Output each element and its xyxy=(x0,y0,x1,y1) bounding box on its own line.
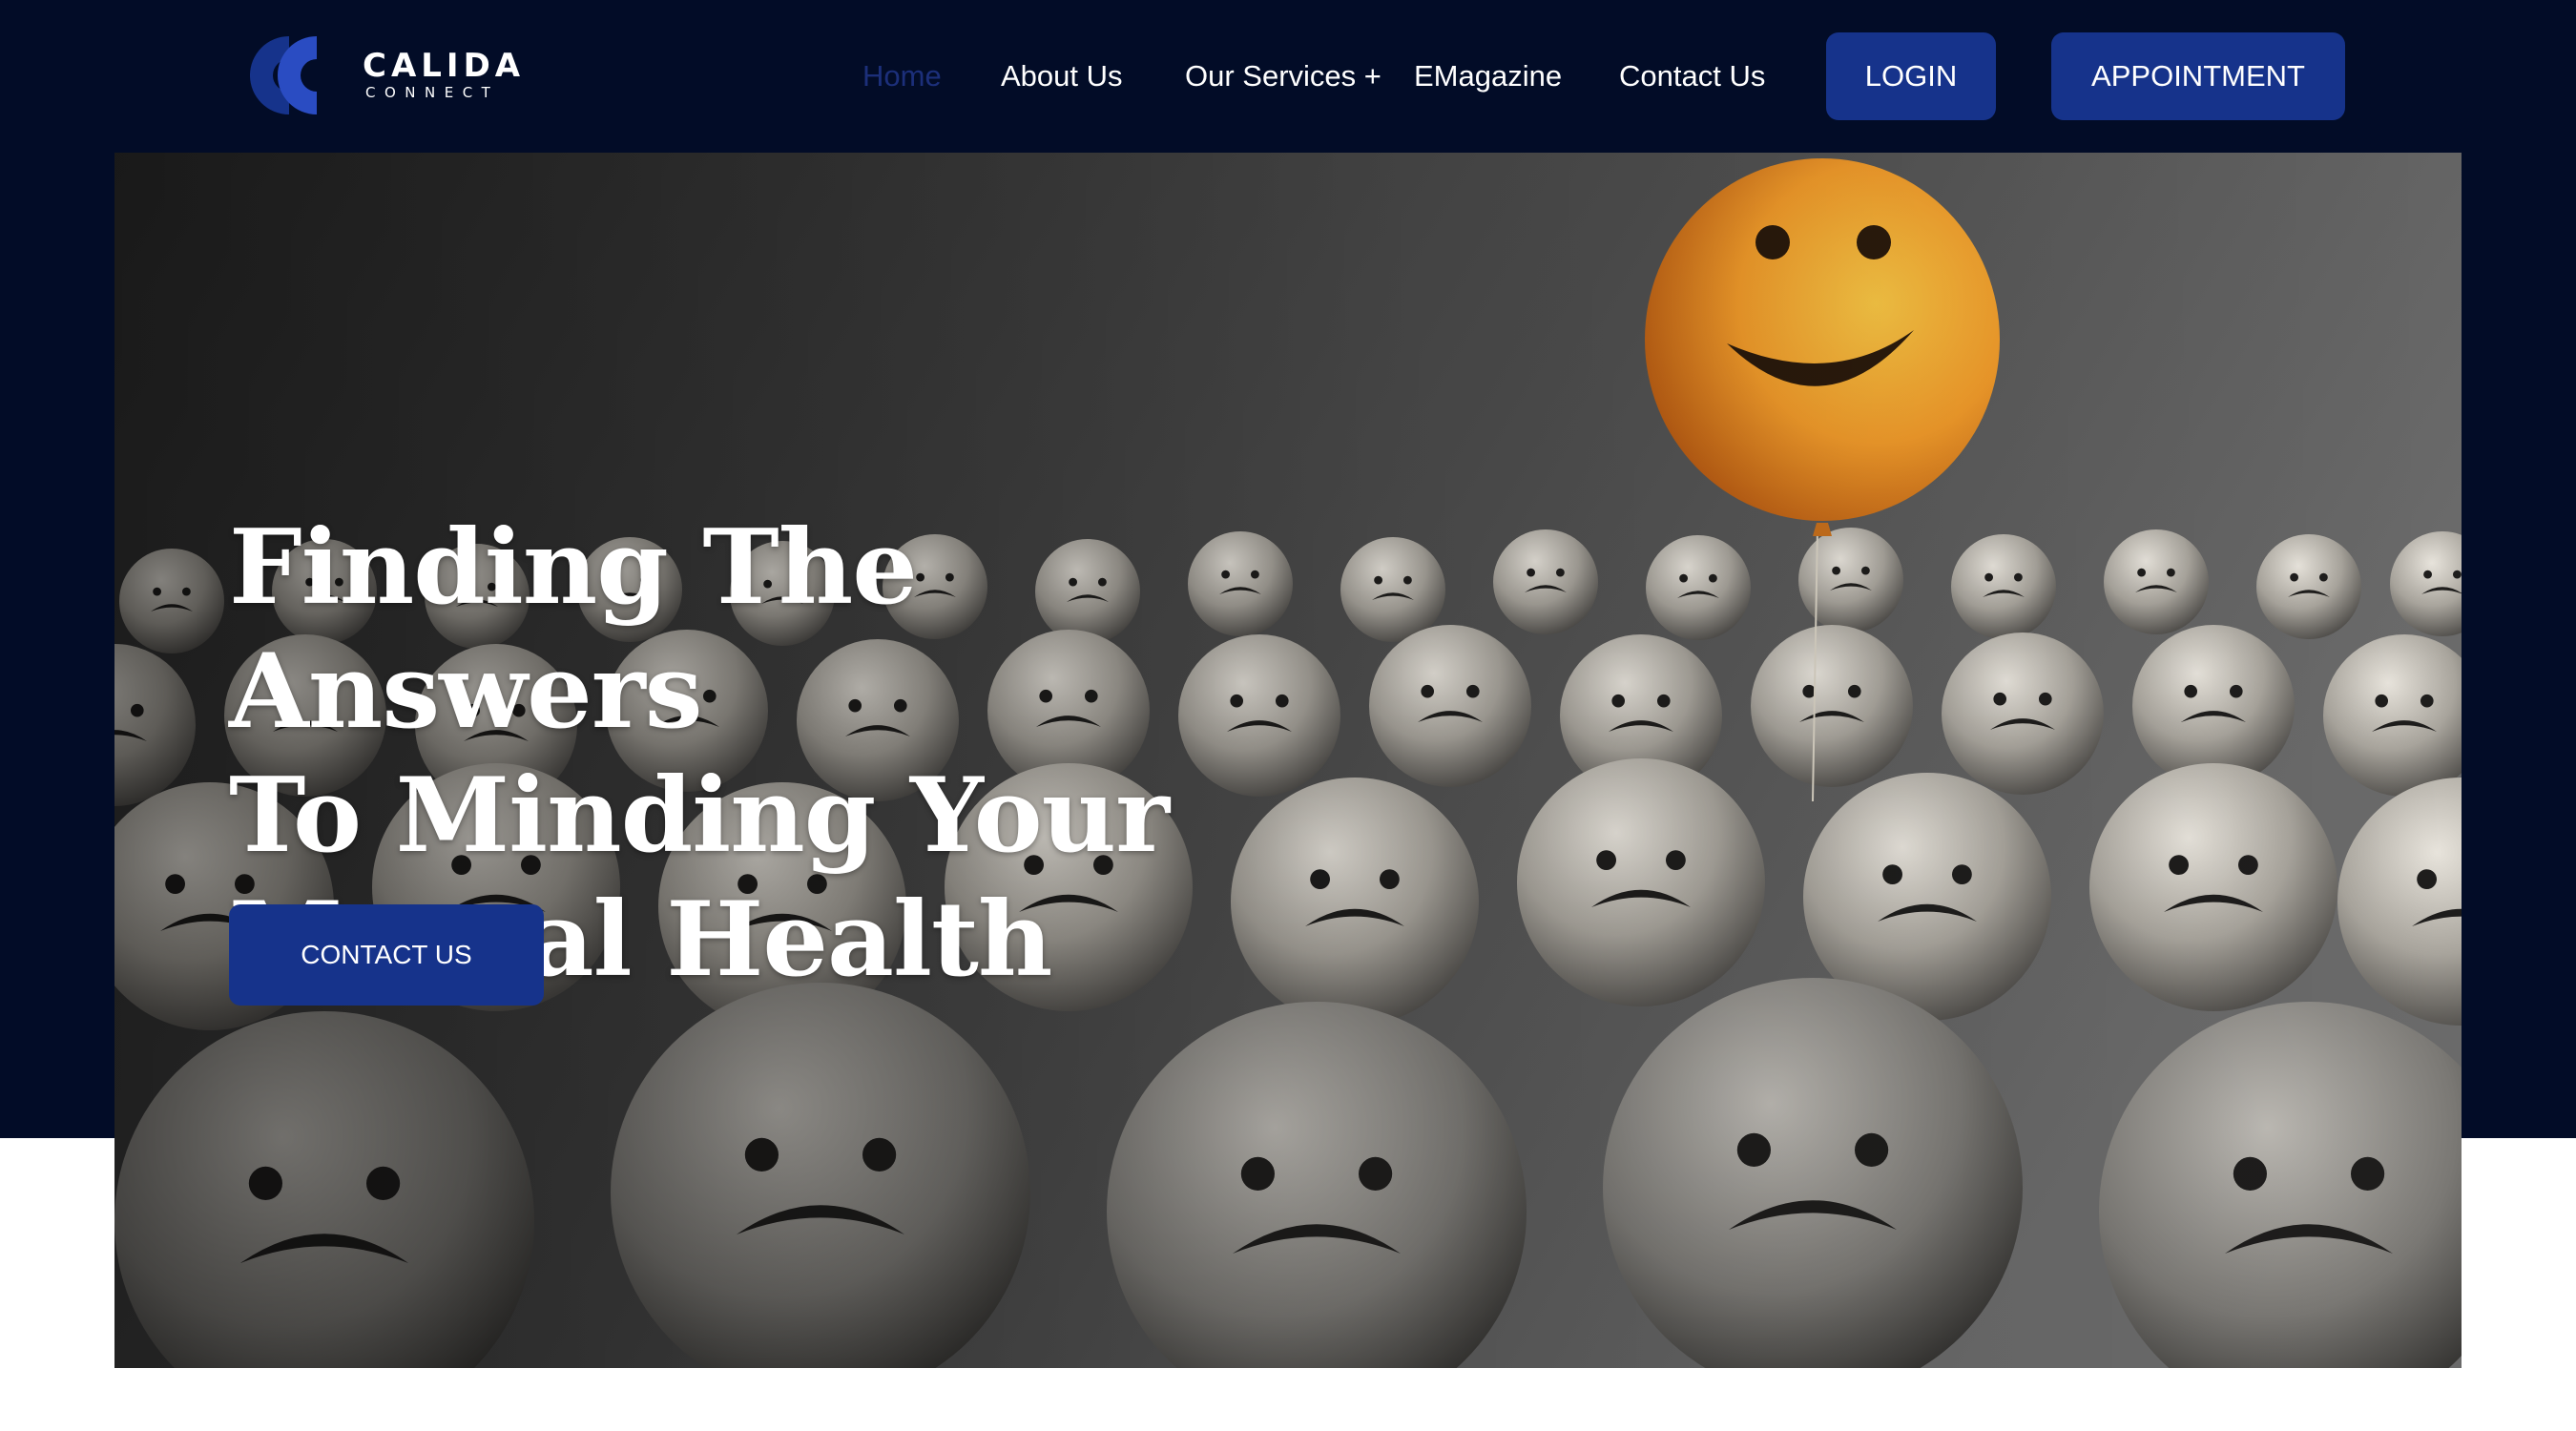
hero-title-line-1: Finding The Answers xyxy=(229,508,918,752)
hero-section: Finding The Answers To Minding Your Ment… xyxy=(114,153,2462,1368)
appointment-button[interactable]: APPOINTMENT xyxy=(2051,32,2345,120)
contact-us-button[interactable]: CONTACT US xyxy=(229,904,544,1006)
nav-contact-us[interactable]: Contact Us xyxy=(1619,32,1765,120)
nav-about-us[interactable]: About Us xyxy=(1001,32,1123,120)
nav-home[interactable]: Home xyxy=(862,32,942,120)
site-header: CALIDA CONNECT Home About Us Our Service… xyxy=(0,0,2576,153)
nav-our-services[interactable]: Our Services + xyxy=(1185,32,1381,120)
login-button[interactable]: LOGIN xyxy=(1826,32,1996,120)
hero-title-line-2: To Minding Your xyxy=(229,756,1170,876)
nav-emagazine[interactable]: EMagazine xyxy=(1414,32,1562,120)
